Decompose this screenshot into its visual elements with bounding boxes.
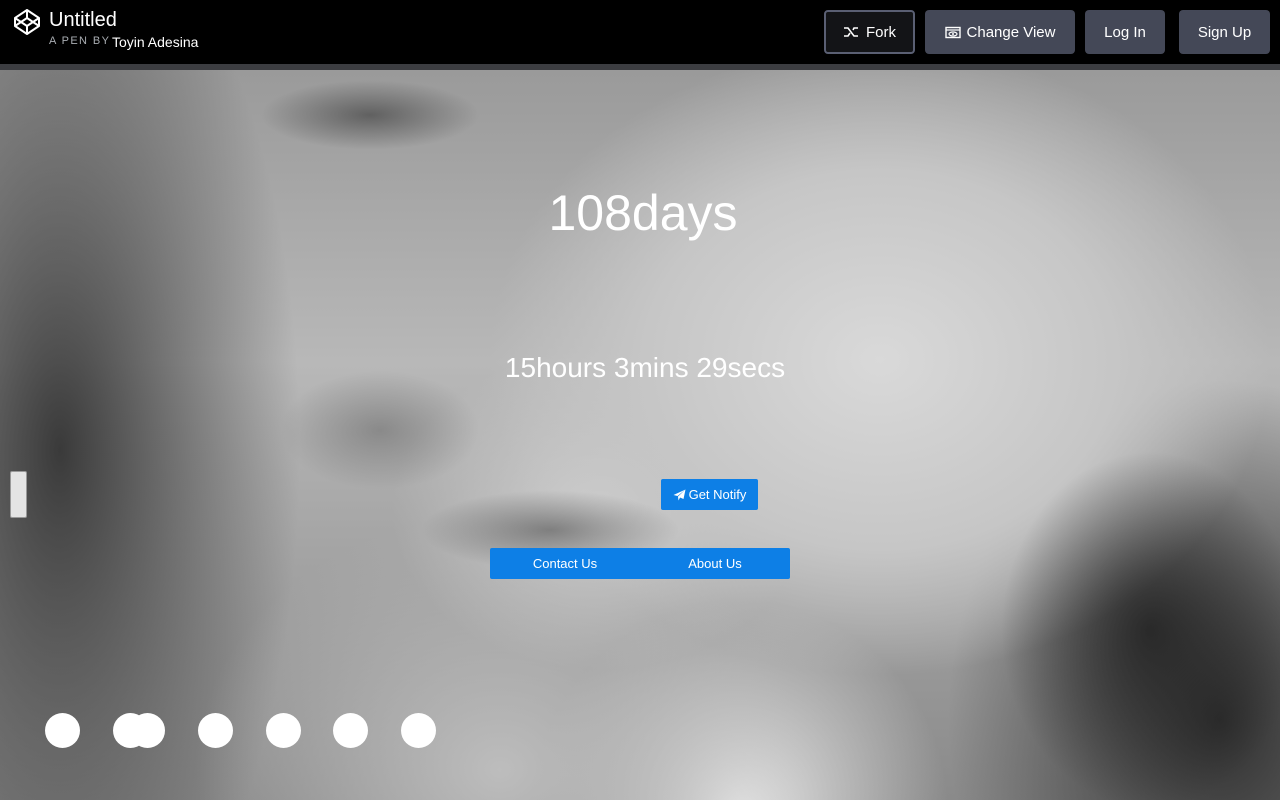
pen-title[interactable]: Untitled [49, 9, 117, 32]
eye-window-icon [944, 26, 961, 38]
codepen-header: Untitled A PEN BY Toyin Adesina Fork Cha… [0, 0, 1280, 64]
change-view-label: Change View [966, 23, 1056, 41]
login-button[interactable]: Log In [1085, 10, 1165, 54]
photo-shading [280, 370, 480, 490]
fork-label: Fork [866, 23, 896, 41]
contact-us-link[interactable]: Contact Us [490, 548, 640, 579]
social-icon-3[interactable] [130, 713, 165, 748]
hero-background-image: 108days 15hours 3mins 29secs Get Notify … [0, 70, 1280, 800]
about-us-link[interactable]: About Us [640, 548, 790, 579]
photo-shading [1000, 450, 1280, 800]
social-icon-1[interactable] [45, 713, 80, 748]
paper-plane-icon [673, 489, 686, 500]
pen-author-link[interactable]: Toyin Adesina [112, 34, 198, 50]
social-icon-5[interactable] [266, 713, 301, 748]
get-notify-label: Get Notify [688, 487, 747, 502]
signup-button[interactable]: Sign Up [1179, 10, 1270, 54]
change-view-button[interactable]: Change View [925, 10, 1075, 54]
codepen-logo-icon[interactable] [13, 8, 41, 36]
fork-button[interactable]: Fork [824, 10, 915, 54]
countdown-time: 15hours 3mins 29secs [504, 352, 786, 383]
countdown-days: 108days [548, 185, 738, 241]
social-icon-4[interactable] [198, 713, 233, 748]
get-notify-button[interactable]: Get Notify [661, 479, 758, 510]
photo-shading [260, 80, 480, 150]
social-icon-7[interactable] [401, 713, 436, 748]
side-panel-handle[interactable] [10, 471, 27, 518]
fork-icon [844, 27, 858, 37]
social-icon-6[interactable] [333, 713, 368, 748]
footer-nav: Contact Us About Us [490, 548, 790, 579]
pen-by-label: A PEN BY [49, 35, 111, 47]
